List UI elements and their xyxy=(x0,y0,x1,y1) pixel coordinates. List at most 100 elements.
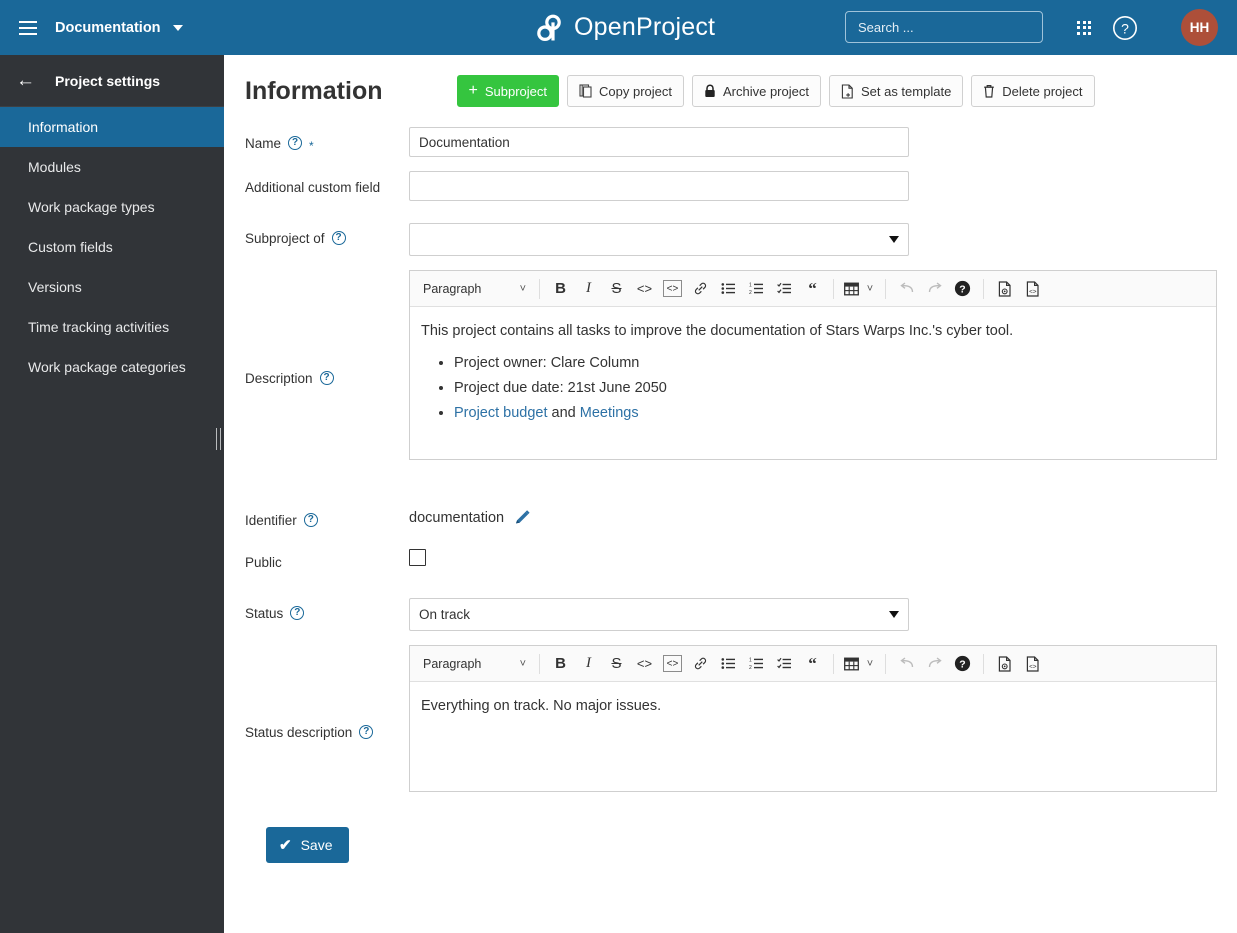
undo-button[interactable] xyxy=(893,276,920,302)
sidebar-item-label: Work package categories xyxy=(28,359,186,375)
code-block-button[interactable]: <> xyxy=(659,651,686,677)
help-icon[interactable]: ? xyxy=(303,513,318,527)
redo-button[interactable] xyxy=(921,651,948,677)
top-header: Documentation OpenProject ? HH xyxy=(0,0,1237,55)
table-options-dropdown[interactable]: ˅ xyxy=(862,651,878,677)
text-style-dropdown[interactable]: Paragraph ˅ xyxy=(416,276,532,302)
numbered-list-button[interactable]: 1 2 xyxy=(743,276,770,302)
editor-help-button[interactable]: ? xyxy=(949,276,976,302)
insert-table-button[interactable] xyxy=(841,651,861,677)
sidebar-item-modules[interactable]: Modules xyxy=(0,147,224,187)
status-description-editor[interactable]: Paragraph ˅ B I S <> <> 1 2 “ ˅ ? <> Eve… xyxy=(409,645,1217,792)
page-title: Information xyxy=(245,76,383,105)
strikethrough-button[interactable]: S xyxy=(603,651,630,677)
openproject-logo[interactable]: OpenProject xyxy=(533,0,715,55)
toolbar-separator xyxy=(885,653,886,674)
global-search[interactable] xyxy=(845,11,1043,43)
link-icon xyxy=(694,282,707,295)
archive-project-button[interactable]: Archive project xyxy=(691,75,821,107)
public-checkbox[interactable] xyxy=(409,549,426,566)
status-description-editor-body[interactable]: Everything on track. No major issues. xyxy=(410,682,1216,791)
editor-help-button[interactable]: ? xyxy=(949,651,976,677)
required-asterisk: * xyxy=(309,139,314,153)
description-editor[interactable]: Paragraph ˅ B I S <> <> 1 2 “ ˅ ? <> Thi… xyxy=(409,270,1217,460)
arrow-left-icon[interactable]: ← xyxy=(16,71,35,90)
blockquote-button[interactable]: “ xyxy=(799,276,826,302)
help-icon[interactable]: ? xyxy=(319,371,334,385)
template-doc-icon xyxy=(841,83,853,99)
help-icon[interactable]: ? xyxy=(331,231,346,245)
preview-button[interactable] xyxy=(991,651,1018,677)
sidebar-resize-handle[interactable] xyxy=(216,428,221,450)
sidebar-back-header[interactable]: ← Project settings xyxy=(0,55,224,107)
additional-custom-field-input[interactable] xyxy=(409,171,909,201)
inline-code-button[interactable]: <> xyxy=(631,651,658,677)
additional-custom-field-label: Additional custom field xyxy=(245,180,381,195)
field-row-status-description: Status description ? Paragraph ˅ B I S <… xyxy=(245,645,1237,792)
bold-button[interactable]: B xyxy=(547,651,574,677)
add-subproject-button[interactable]: + Subproject xyxy=(456,75,559,107)
markdown-source-button[interactable]: <> xyxy=(1019,276,1046,302)
code-block-button[interactable]: <> xyxy=(659,276,686,302)
markdown-source-button[interactable]: <> xyxy=(1019,651,1046,677)
link-button[interactable] xyxy=(687,276,714,302)
document-code-icon: <> xyxy=(1026,280,1039,297)
preview-button[interactable] xyxy=(991,276,1018,302)
numbered-list-icon: 1 2 xyxy=(749,282,763,295)
todo-list-icon xyxy=(777,282,791,294)
search-input[interactable] xyxy=(856,18,1036,36)
meetings-link[interactable]: Meetings xyxy=(580,405,639,421)
sidebar-item-versions[interactable]: Versions xyxy=(0,267,224,307)
description-editor-body[interactable]: This project contains all tasks to impro… xyxy=(410,307,1216,459)
sidebar-item-work-package-categories[interactable]: Work package categories xyxy=(0,347,224,387)
caret-down-icon xyxy=(889,611,899,618)
sidebar-item-time-tracking-activities[interactable]: Time tracking activities xyxy=(0,307,224,347)
set-as-template-button[interactable]: Set as template xyxy=(828,75,964,107)
field-row-identifier: Identifier ? documentation xyxy=(245,504,1237,530)
strikethrough-button[interactable]: S xyxy=(603,276,630,302)
hamburger-menu-icon[interactable] xyxy=(0,0,55,55)
help-filled-icon: ? xyxy=(954,655,971,672)
copy-project-button[interactable]: Copy project xyxy=(567,75,684,107)
undo-button[interactable] xyxy=(893,651,920,677)
field-row-additional-custom-field: Additional custom field xyxy=(245,171,1237,201)
table-options-dropdown[interactable]: ˅ xyxy=(862,276,878,302)
delete-project-button[interactable]: Delete project xyxy=(971,75,1095,107)
description-paragraph: This project contains all tasks to impro… xyxy=(421,323,1014,339)
add-subproject-label: Subproject xyxy=(484,83,547,99)
text-style-dropdown[interactable]: Paragraph ˅ xyxy=(416,651,532,677)
sidebar-item-work-package-types[interactable]: Work package types xyxy=(0,187,224,227)
numbered-list-button[interactable]: 1 2 xyxy=(743,651,770,677)
subproject-of-select[interactable] xyxy=(409,223,909,256)
chevron-down-icon xyxy=(172,24,183,31)
project-budget-link[interactable]: Project budget xyxy=(454,405,548,421)
italic-button[interactable]: I xyxy=(575,276,602,302)
help-button[interactable]: ? xyxy=(1106,0,1144,55)
edit-pencil-icon[interactable] xyxy=(514,509,531,526)
plus-icon: + xyxy=(468,82,478,99)
name-input[interactable] xyxy=(409,127,909,157)
help-icon[interactable]: ? xyxy=(290,606,305,620)
status-select[interactable]: On track xyxy=(409,598,909,631)
italic-button[interactable]: I xyxy=(575,651,602,677)
help-icon[interactable]: ? xyxy=(288,136,303,150)
inline-code-button[interactable]: <> xyxy=(631,276,658,302)
todo-list-button[interactable] xyxy=(771,276,798,302)
sidebar-item-custom-fields[interactable]: Custom fields xyxy=(0,227,224,267)
bulleted-list-button[interactable] xyxy=(715,651,742,677)
project-selector[interactable]: Documentation xyxy=(55,0,197,55)
text-style-value: Paragraph xyxy=(423,281,482,296)
avatar[interactable]: HH xyxy=(1181,9,1218,46)
save-button[interactable]: ✔ Save xyxy=(266,827,349,863)
modules-grid-button[interactable] xyxy=(1065,0,1103,55)
list-item: Project budget and Meetings xyxy=(454,401,1204,426)
link-button[interactable] xyxy=(687,651,714,677)
redo-button[interactable] xyxy=(921,276,948,302)
bold-button[interactable]: B xyxy=(547,276,574,302)
blockquote-button[interactable]: “ xyxy=(799,651,826,677)
insert-table-button[interactable] xyxy=(841,276,861,302)
sidebar-item-information[interactable]: Information xyxy=(0,107,224,147)
todo-list-button[interactable] xyxy=(771,651,798,677)
help-icon[interactable]: ? xyxy=(359,725,374,739)
bulleted-list-button[interactable] xyxy=(715,276,742,302)
